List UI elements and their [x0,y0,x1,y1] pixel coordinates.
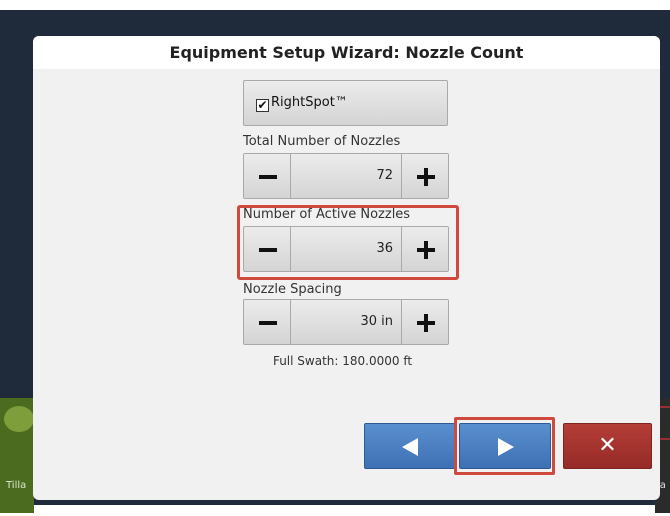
nozzle-spacing-label: Nozzle Spacing [243,282,342,297]
rightspot-toggle[interactable]: ✔ RightSpot™ [243,80,448,126]
next-arrow-icon [498,438,514,456]
nozzle-spacing-value[interactable]: 30 in [290,299,402,345]
close-button[interactable]: ✕ [563,423,652,469]
full-swath-text: Full Swath: 180.0000 ft [272,354,413,368]
active-nozzles-highlight [237,205,459,280]
back-arrow-icon [402,438,418,456]
checkbox-icon[interactable]: ✔ [256,99,269,112]
wizard-dialog: Equipment Setup Wizard: Nozzle Count ✔ R… [33,36,660,500]
tile-label-left: Tilla [6,480,27,491]
nozzle-spacing-stepper: 30 in [243,299,449,345]
increment-button[interactable] [401,153,449,199]
decrement-button[interactable] [243,299,291,345]
decrement-button[interactable] [243,153,291,199]
background-tile-left: Tilla [0,398,34,513]
minus-icon [259,321,277,325]
increment-button[interactable] [401,299,449,345]
back-button[interactable] [364,423,455,469]
total-nozzles-value[interactable]: 72 [290,153,402,199]
minus-icon [259,175,277,179]
tile-icon [4,406,34,432]
close-icon: ✕ [598,433,617,458]
total-nozzles-label: Total Number of Nozzles [243,134,401,149]
next-button[interactable] [459,423,551,469]
dialog-title: Equipment Setup Wizard: Nozzle Count [33,36,660,69]
rightspot-label: RightSpot™ [271,95,348,110]
total-nozzles-stepper: 72 [243,153,449,199]
